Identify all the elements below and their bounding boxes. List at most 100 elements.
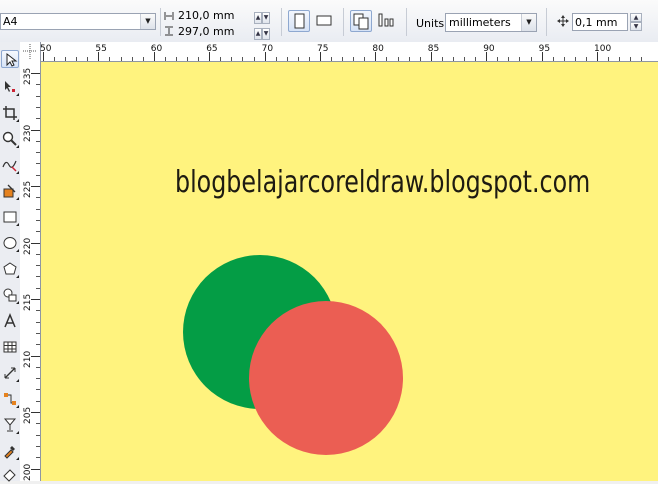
- ruler-tick: [198, 57, 200, 61]
- ruler-tick: [36, 152, 40, 154]
- shape-tool[interactable]: [1, 78, 19, 96]
- ruler-tick: [231, 57, 233, 61]
- ruler-tick: [630, 57, 632, 61]
- ruler-tick: [36, 84, 40, 86]
- ruler-tick: [36, 140, 40, 142]
- blend-tool[interactable]: [1, 416, 19, 434]
- ruler-label: 75: [317, 44, 329, 54]
- portrait-button[interactable]: [288, 10, 310, 32]
- paper-size-select[interactable]: A4 ▼: [0, 13, 156, 30]
- ruler-tick: [308, 57, 310, 61]
- ruler-tick: [76, 57, 78, 61]
- ruler-tick: [142, 57, 144, 61]
- ruler-label: 215: [23, 293, 33, 311]
- text-tool[interactable]: [1, 312, 19, 330]
- page-width-field[interactable]: 210,0 mm: [178, 9, 250, 24]
- ruler-label: 225: [23, 180, 33, 198]
- ruler-origin[interactable]: [20, 42, 41, 62]
- ruler-label: 220: [23, 237, 33, 255]
- ruler-label: 65: [206, 44, 218, 54]
- landscape-button[interactable]: [314, 10, 336, 32]
- ruler-tick: [452, 57, 454, 61]
- landscape-icon: [316, 15, 332, 26]
- ruler-tick: [36, 287, 40, 289]
- ruler-origin-icon: [23, 44, 37, 59]
- ruler-tick: [353, 57, 355, 61]
- horizontal-ruler[interactable]: 50 55 60 65 70 75 80 85 90 95 100: [40, 42, 658, 62]
- current-page-button[interactable]: [376, 10, 398, 32]
- ruler-tick: [275, 57, 277, 61]
- ellipse-tool[interactable]: [1, 234, 19, 252]
- ruler-label: 205: [23, 406, 33, 424]
- ruler-tick: [36, 219, 40, 221]
- ruler-tick: [585, 57, 587, 61]
- ruler-tick: [508, 57, 510, 61]
- drawing-shapes: [183, 255, 403, 455]
- fill-tool[interactable]: [1, 466, 19, 484]
- basic-shapes-tool[interactable]: [1, 286, 19, 304]
- current-page-icon: [378, 13, 394, 27]
- ruler-tick: [574, 57, 576, 61]
- nudge-distance-field[interactable]: 0,1 mm: [572, 13, 628, 31]
- polygon-tool[interactable]: [1, 260, 19, 278]
- ruler-label: 95: [538, 44, 551, 54]
- ruler-tick: [36, 378, 40, 380]
- pick-tool[interactable]: [1, 50, 19, 68]
- ruler-tick: [619, 57, 621, 61]
- all-pages-icon: [353, 13, 369, 30]
- units-select[interactable]: millimeters ▼: [445, 13, 537, 32]
- ruler-tick: [36, 276, 40, 278]
- page-width-icon: [164, 11, 174, 21]
- connector-tool[interactable]: [1, 390, 19, 408]
- ruler-tick: [608, 57, 610, 61]
- ruler-tick: [286, 57, 288, 61]
- ruler-label: 235: [23, 67, 33, 85]
- ruler-tick: [36, 106, 40, 108]
- ruler-label: 210: [23, 350, 33, 368]
- watermark-text[interactable]: blogbelajarcoreldraw.blogspot.com: [175, 165, 590, 200]
- smart-fill-tool[interactable]: [1, 182, 19, 200]
- table-tool[interactable]: [1, 338, 19, 356]
- ruler-label: 230: [23, 124, 33, 142]
- ruler-tick: [120, 57, 122, 61]
- zoom-tool[interactable]: [1, 130, 19, 148]
- ruler-tick: [65, 57, 67, 61]
- drawing-page[interactable]: blogbelajarcoreldraw.blogspot.com: [41, 62, 658, 481]
- dimension-tool[interactable]: [1, 364, 19, 382]
- page-height-field[interactable]: 297,0 mm: [178, 25, 250, 40]
- nudge-value: 0,1 mm: [575, 16, 618, 29]
- ruler-tick: [54, 57, 56, 61]
- ruler-tick: [36, 400, 40, 402]
- eyedropper-tool[interactable]: [1, 442, 19, 460]
- ruler-tick: [36, 434, 40, 436]
- ruler-tick: [36, 344, 40, 346]
- ruler-tick: [563, 57, 565, 61]
- separator: [160, 8, 161, 36]
- ruler-label: 90: [483, 44, 495, 54]
- ruler-tick: [397, 57, 399, 61]
- page-width-spinner[interactable]: ▲ ▼: [254, 9, 272, 24]
- ruler-tick: [36, 265, 40, 267]
- property-bar: A4 ▼ 210,0 mm ▲ ▼ 297,0 mm ▲ ▼ Units: mill…: [0, 0, 658, 43]
- ruler-tick: [242, 57, 244, 61]
- red-circle[interactable]: [249, 301, 403, 455]
- freehand-tool[interactable]: [1, 156, 19, 174]
- units-value: millimeters: [449, 16, 511, 29]
- ruler-tick: [331, 57, 333, 61]
- ruler-tick: [641, 57, 643, 61]
- nudge-spinner[interactable]: ▲ ▼: [630, 13, 644, 31]
- chevron-down-icon[interactable]: ▼: [521, 14, 536, 31]
- page-height-spinner[interactable]: ▲ ▼: [254, 25, 272, 40]
- ruler-tick: [386, 57, 388, 61]
- vertical-ruler[interactable]: 235 230 225 220 215 210 205 200: [20, 61, 41, 481]
- ruler-tick: [253, 57, 255, 61]
- crop-tool[interactable]: [1, 104, 19, 122]
- ruler-tick: [36, 197, 40, 199]
- ruler-tick: [36, 366, 40, 368]
- ruler-label: 55: [95, 44, 107, 54]
- rectangle-tool[interactable]: [1, 208, 19, 226]
- ruler-tick: [36, 332, 40, 334]
- chevron-down-icon[interactable]: ▼: [140, 14, 155, 29]
- ruler-label: 100: [594, 44, 612, 54]
- all-pages-button[interactable]: [350, 10, 372, 32]
